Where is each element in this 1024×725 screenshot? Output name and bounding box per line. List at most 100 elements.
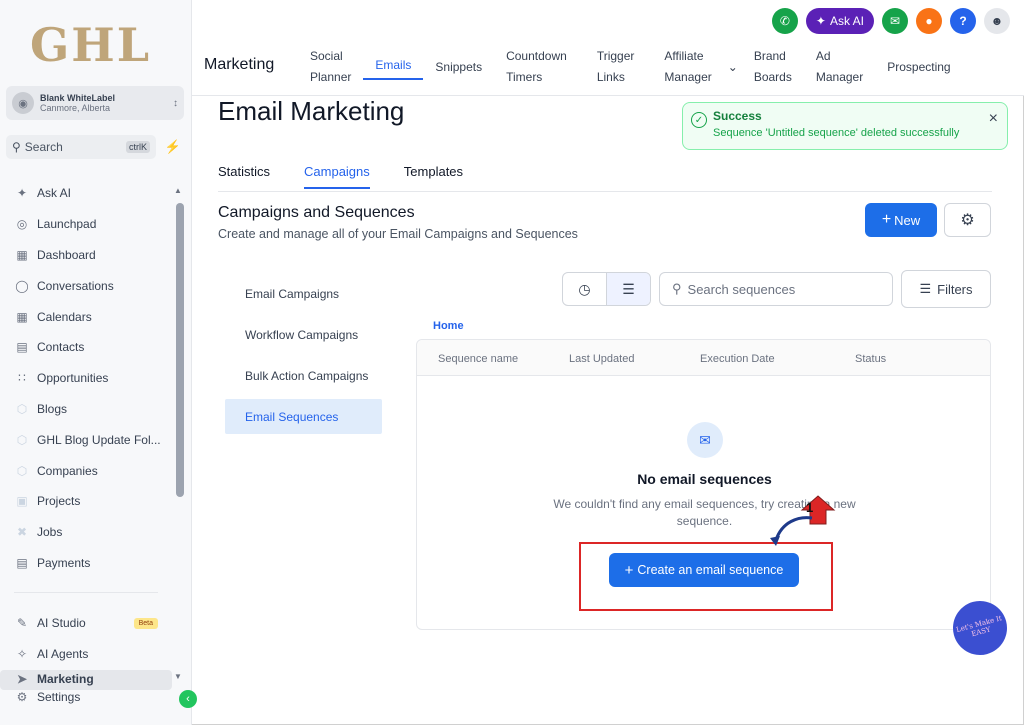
sidebar-divider — [14, 592, 158, 593]
search-sequences-input[interactable]: ⚲ Search sequences — [659, 272, 893, 306]
tools-icon: ✖ — [16, 525, 28, 540]
sidebar-item-blogs[interactable]: ⬡ Blogs — [0, 394, 172, 425]
list-icon[interactable]: ☰ — [606, 273, 650, 305]
ask-ai-button[interactable]: ✦ Ask AI — [805, 8, 874, 34]
receipt-icon: ▤ — [16, 555, 28, 570]
tab-brand-boards[interactable]: Brand Boards — [742, 46, 804, 88]
column-header[interactable]: Execution Date — [700, 353, 775, 365]
close-icon[interactable]: × — [989, 110, 998, 128]
sidebar-item-ai-agents[interactable]: ✧ AI Agents — [0, 639, 172, 670]
tab-label: Ad — [815, 49, 831, 63]
sidebar-item-label: Opportunities — [37, 371, 109, 386]
sidebar-item-contacts[interactable]: ▤ Contacts — [0, 332, 172, 363]
sidebar-item-dashboard[interactable]: ▦ Dashboard — [0, 240, 172, 271]
sidebar-item-payments[interactable]: ▤ Payments — [0, 548, 172, 579]
ai-studio-icon: ✎ — [16, 616, 28, 631]
sidebar-item-marketing[interactable]: ➤ Marketing — [0, 672, 94, 686]
bell-icon[interactable]: ● — [916, 8, 942, 34]
phone-icon[interactable]: ✆ — [771, 8, 798, 34]
chevron-down-icon[interactable]: ⌄ — [724, 57, 742, 78]
mail-icon: ✉ — [687, 422, 723, 458]
tab-label: Brand — [753, 49, 786, 63]
tab-label: Countdown — [506, 49, 567, 63]
sidebar-item-label: Calendars — [37, 309, 92, 324]
tab-label: Prospecting — [887, 59, 951, 74]
sidebar-scrollbar[interactable] — [176, 203, 184, 497]
search-placeholder: Search sequences — [687, 281, 796, 297]
sparkle-icon: ✧ — [16, 647, 28, 662]
sidebar-item-label: Ask AI — [37, 186, 72, 201]
sidebar-search[interactable]: ⚲ Search ctrlK — [6, 135, 156, 159]
sidebar-item-calendars[interactable]: ▦ Calendars — [0, 301, 172, 332]
tab-social-planner[interactable]: Social Planner — [298, 46, 363, 88]
tab-affiliate-manager[interactable]: Affiliate Manager — [652, 46, 723, 88]
campaign-type-menu: Email Campaigns Workflow Campaigns Bulk … — [225, 276, 382, 440]
sidebar-item-label: Projects — [37, 494, 81, 509]
contacts-icon: ▤ — [16, 340, 28, 355]
avatar[interactable]: ☻ — [984, 8, 1010, 34]
grid-icon: ▦ — [16, 247, 28, 262]
menu-email-campaigns[interactable]: Email Campaigns — [225, 276, 382, 311]
sidebar-item-label: AI Studio — [37, 616, 86, 631]
send-icon: ➤ — [16, 672, 28, 686]
highlight-box — [579, 542, 833, 611]
tab-campaigns[interactable]: Campaigns — [304, 164, 370, 189]
tab-snippets[interactable]: Snippets — [423, 57, 494, 78]
sidebar-item-conversations[interactable]: ◯ Conversations — [0, 270, 172, 301]
tab-label: Trigger — [596, 49, 635, 63]
tab-label: Links — [596, 70, 625, 84]
search-shortcut: ctrlK — [126, 141, 150, 153]
sidebar-item-ghl-blog-update[interactable]: ⬡ GHL Blog Update Fol... — [0, 424, 172, 455]
sidebar-item-ai-studio[interactable]: ✎ AI Studio Beta — [0, 608, 172, 639]
column-header[interactable]: Last Updated — [569, 353, 634, 365]
help-icon[interactable]: ? — [950, 8, 976, 34]
sidebar-item-label: Conversations — [37, 278, 114, 293]
toast-message: Sequence 'Untitled sequence' deleted suc… — [713, 127, 960, 139]
new-button[interactable]: + New — [865, 203, 937, 237]
chat-icon: ◯ — [15, 278, 29, 293]
megaphone-icon[interactable]: ✉ — [882, 8, 908, 34]
tab-templates[interactable]: Templates — [404, 164, 463, 189]
tab-emails[interactable]: Emails — [363, 55, 424, 80]
rocket-icon: ◎ — [16, 217, 28, 232]
email-subtabs: Statistics Campaigns Templates — [218, 164, 463, 189]
column-header[interactable]: Status — [855, 353, 886, 365]
sidebar-item-companies[interactable]: ⬡ Companies — [0, 455, 172, 486]
menu-bulk-action-campaigns[interactable]: Bulk Action Campaigns — [225, 358, 382, 393]
section-title: Marketing — [204, 56, 275, 73]
sidebar-item-launchpad[interactable]: ◎ Launchpad — [0, 209, 172, 240]
location-switcher[interactable]: ◉ Blank WhiteLabel Canmore, Alberta ↕ — [6, 86, 184, 120]
sidebar-item-settings[interactable]: ⚙ Settings — [0, 690, 81, 704]
breadcrumb[interactable]: Home — [433, 320, 464, 332]
tab-label: Planner — [310, 70, 352, 84]
tab-ad-manager[interactable]: Ad Manager — [804, 46, 875, 88]
sidebar-item-jobs[interactable]: ✖ Jobs — [0, 517, 172, 548]
scroll-up-arrow-icon[interactable]: ▲ — [174, 186, 182, 195]
tab-label: Manager — [815, 70, 864, 84]
menu-workflow-campaigns[interactable]: Workflow Campaigns — [225, 317, 382, 352]
tab-prospecting[interactable]: Prospecting — [875, 57, 962, 78]
sidebar-item-opportunities[interactable]: ∷ Opportunities — [0, 363, 172, 394]
menu-email-sequences[interactable]: Email Sequences — [225, 399, 382, 434]
sidebar-item-projects[interactable]: ▣ Projects — [0, 486, 172, 517]
quick-action-bolt-icon[interactable]: ⚡ — [162, 135, 184, 159]
chevron-updown-icon: ↕ — [173, 97, 178, 109]
settings-button[interactable]: ⚙ — [944, 203, 991, 237]
check-circle-icon: ✓ — [691, 112, 707, 128]
sidebar-item-label: AI Agents — [37, 647, 89, 662]
beta-badge: Beta — [133, 617, 158, 629]
tab-statistics[interactable]: Statistics — [218, 164, 270, 189]
curved-arrow-icon — [770, 516, 813, 546]
column-header[interactable]: Sequence name — [438, 353, 518, 365]
view-toggle: ◷ ☰ — [562, 272, 651, 306]
tab-label: Social — [310, 49, 343, 63]
tab-countdown-timers[interactable]: Countdown Timers — [494, 46, 579, 88]
clock-icon[interactable]: ◷ — [563, 273, 606, 305]
filters-button[interactable]: ☰ Filters — [901, 270, 991, 308]
scroll-down-arrow-icon[interactable]: ▼ — [174, 672, 182, 681]
sidebar-item-label: GHL Blog Update Fol... — [37, 432, 161, 447]
cube-icon: ⬡ — [16, 401, 28, 416]
filters-label: Filters — [937, 281, 973, 297]
sidebar-item-ask-ai[interactable]: ✦ Ask AI — [0, 178, 172, 209]
tab-trigger-links[interactable]: Trigger Links — [579, 46, 653, 88]
